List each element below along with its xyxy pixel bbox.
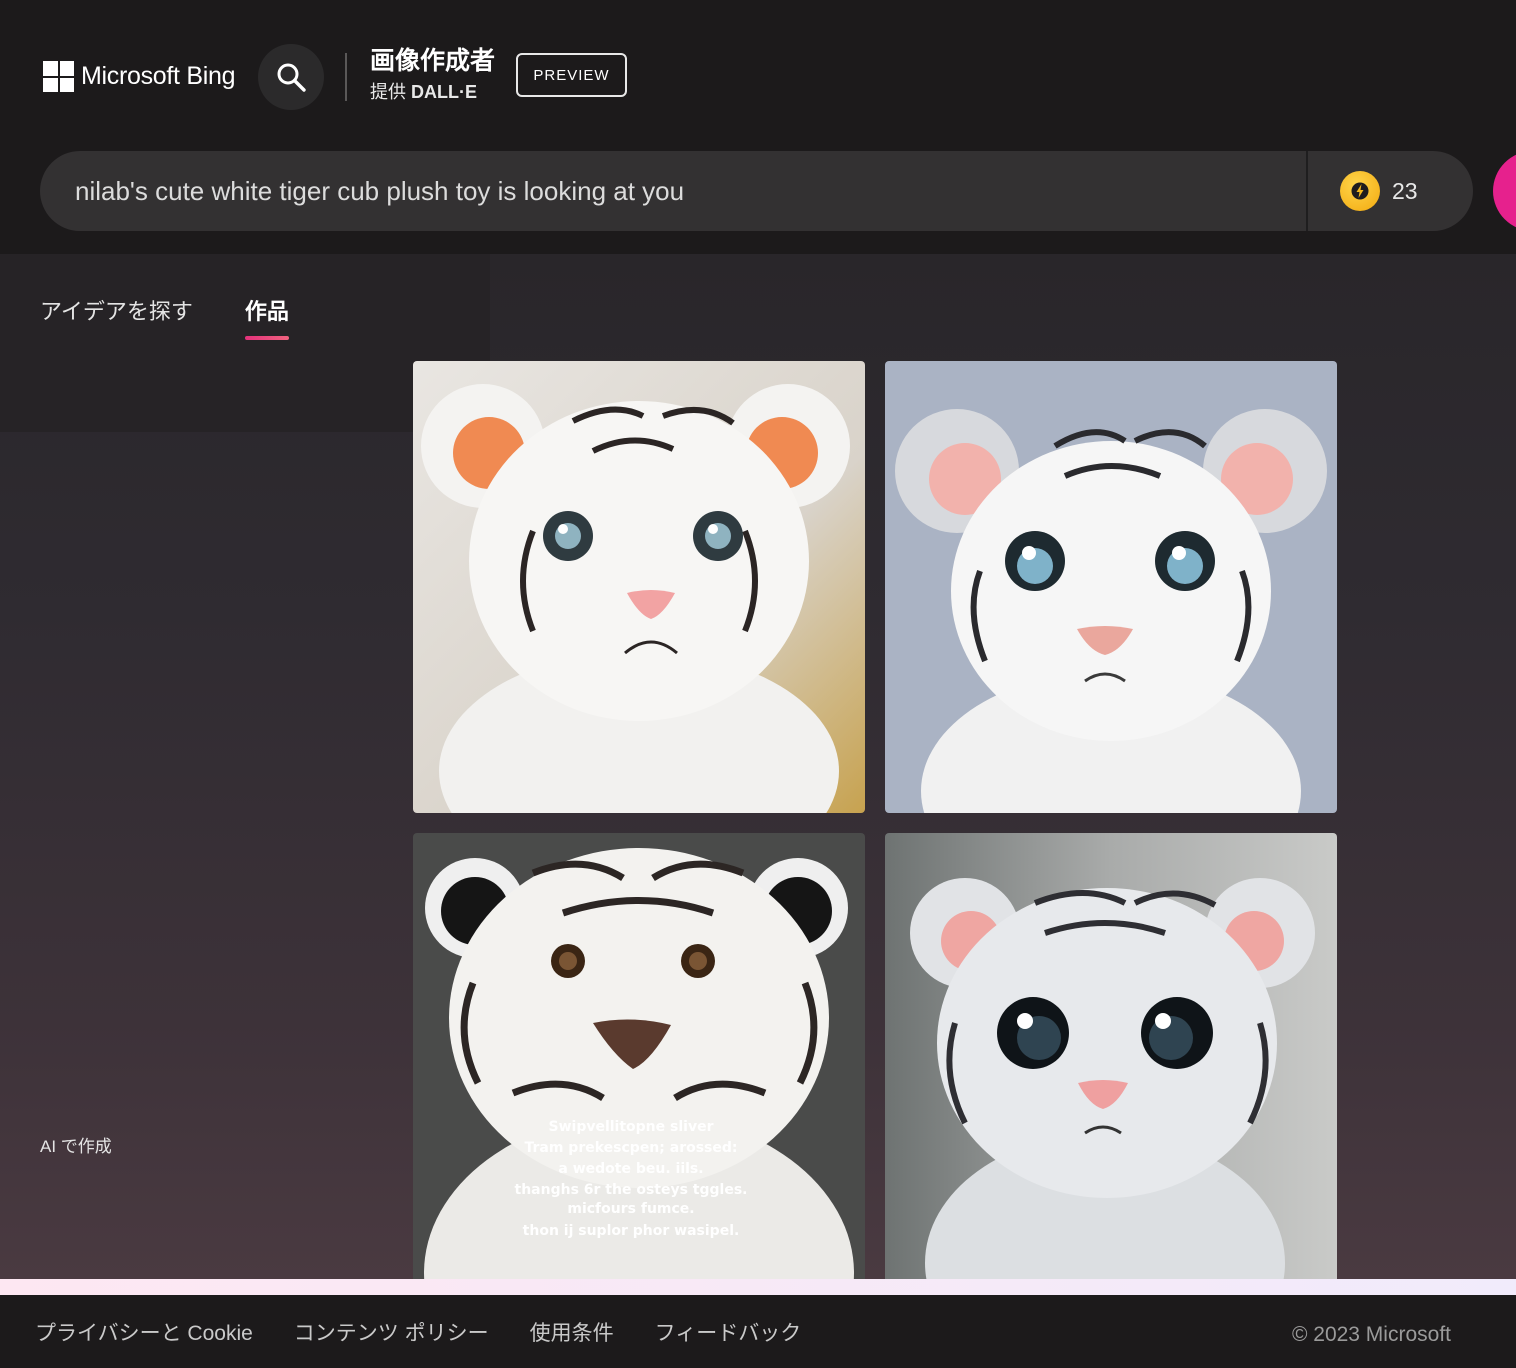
footer-link-privacy[interactable]: プライバシーと Cookie xyxy=(35,1317,253,1347)
tab-explore-ideas[interactable]: アイデアを探す xyxy=(40,294,193,326)
image-caption-line: Tram prekescpen; arossed: xyxy=(524,1140,737,1156)
footer-links: プライバシーと Cookie コンテンツ ポリシー 使用条件 フィードバック xyxy=(35,1295,842,1368)
app-title-block: 画像作成者 提供 DALL·E xyxy=(370,45,495,105)
boost-coin-icon xyxy=(1340,171,1380,211)
prompt-divider xyxy=(1306,151,1308,231)
prompt-input[interactable] xyxy=(75,151,1295,231)
footer-link-terms[interactable]: 使用条件 xyxy=(530,1317,614,1347)
footer: プライバシーと Cookie コンテンツ ポリシー 使用条件 フィードバック ©… xyxy=(0,1295,1516,1368)
search-button[interactable] xyxy=(258,44,324,110)
generated-image-1[interactable] xyxy=(413,361,865,813)
microsoft-logo-icon xyxy=(43,61,74,92)
header-divider xyxy=(345,53,347,101)
image-caption-line: thanghs 6r the osteys tggles. xyxy=(515,1182,748,1198)
create-button[interactable] xyxy=(1493,151,1516,231)
lightning-icon xyxy=(1351,182,1369,200)
app-provider: 提供 DALL·E xyxy=(370,79,495,105)
image-caption-line: thon ij suplor phor wasipel. xyxy=(523,1223,740,1239)
copyright: © 2023 Microsoft xyxy=(1291,1323,1451,1346)
provider-name: DALL·E xyxy=(411,82,478,102)
brand-name: Microsoft Bing xyxy=(81,62,236,90)
prompt-bar: 23 xyxy=(40,151,1473,231)
page-divider-glow xyxy=(0,1279,1516,1295)
main-area: アイデアを探す 作品 AI で作成 Swipvellitopne sliver … xyxy=(0,254,1516,1285)
tabs: アイデアを探す 作品 xyxy=(40,294,341,340)
generated-image-2[interactable] xyxy=(885,361,1337,813)
boost-count: 23 xyxy=(1392,177,1418,204)
tab-creations[interactable]: 作品 xyxy=(244,294,289,340)
bing-logo[interactable]: Microsoft Bing xyxy=(43,61,235,92)
footer-link-feedback[interactable]: フィードバック xyxy=(655,1317,802,1347)
search-icon xyxy=(277,63,306,92)
image-caption-line: micfours fumce. xyxy=(567,1201,694,1217)
image-caption-line: Swipvellitopne sliver xyxy=(549,1119,714,1135)
header: Microsoft Bing 画像作成者 提供 DALL·E PREVIEW 2… xyxy=(0,0,1516,254)
provider-prefix: 提供 xyxy=(370,82,406,102)
created-with-ai-label: AI で作成 xyxy=(40,1137,112,1156)
app-title: 画像作成者 xyxy=(370,47,496,75)
boost-counter[interactable]: 23 xyxy=(1340,151,1418,231)
image-caption-line: a wedote beu. iils. xyxy=(558,1161,703,1177)
footer-link-content-policy[interactable]: コンテンツ ポリシー xyxy=(294,1317,489,1347)
generated-image-3[interactable]: Swipvellitopne sliver Tram prekescpen; a… xyxy=(413,833,865,1285)
preview-badge: PREVIEW xyxy=(516,53,627,97)
generated-image-4[interactable] xyxy=(885,833,1337,1285)
